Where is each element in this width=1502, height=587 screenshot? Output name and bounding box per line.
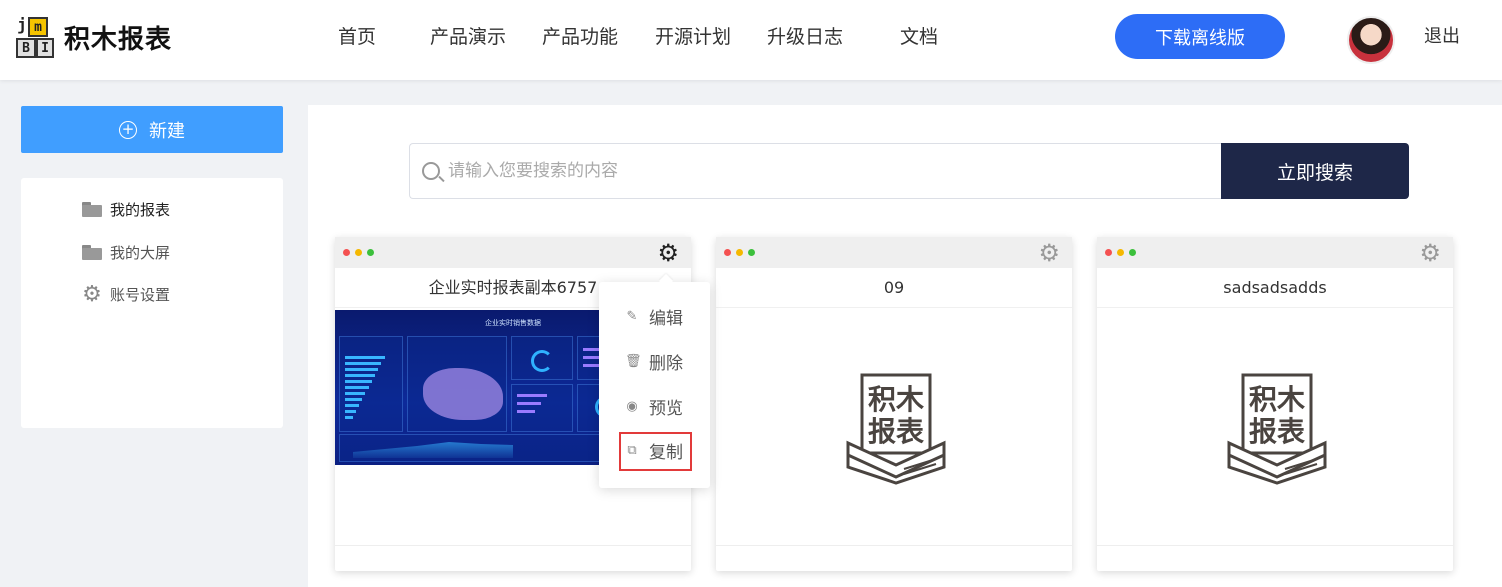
thumb-panel bbox=[511, 384, 573, 432]
top-header: j m B I 积木报表 首页 产品演示 产品功能 开源计划 升级日志 文档 下… bbox=[0, 0, 1502, 80]
card-titlebar: ⚙ bbox=[716, 237, 1072, 268]
logo-letter: B bbox=[16, 38, 36, 58]
report-card[interactable]: ⚙ 09 积木 报表 bbox=[716, 237, 1072, 571]
card-titlebar: ⚙ bbox=[1097, 237, 1453, 268]
new-button[interactable]: + 新建 bbox=[21, 106, 283, 153]
thumb-ring bbox=[531, 350, 553, 372]
window-dot-green bbox=[748, 249, 755, 256]
nav-product-features[interactable]: 产品功能 bbox=[542, 22, 618, 52]
window-dot-yellow bbox=[736, 249, 743, 256]
sidebar-item-my-reports[interactable]: 我的报表 bbox=[82, 199, 170, 220]
copy-highlight-box bbox=[619, 432, 692, 471]
window-dot-red bbox=[1105, 249, 1112, 256]
nav-docs[interactable]: 文档 bbox=[900, 22, 938, 52]
trash-icon: 🗑 bbox=[625, 353, 642, 369]
new-button-label: 新建 bbox=[149, 120, 185, 142]
thumb-bar bbox=[345, 374, 375, 377]
thumb-bar bbox=[345, 386, 369, 389]
sidebar-item-label: 我的大屏 bbox=[110, 244, 171, 262]
search-box bbox=[409, 143, 1222, 199]
report-card[interactable]: ⚙ sadsadsadds 积木 报表 bbox=[1097, 237, 1453, 571]
logo-letter: m bbox=[28, 17, 48, 37]
thumb-bar bbox=[345, 362, 381, 365]
logo-line1: 积木 bbox=[868, 383, 924, 416]
thumb-bar bbox=[345, 380, 372, 383]
download-offline-button[interactable]: 下载离线版 bbox=[1115, 14, 1285, 59]
search-button[interactable]: 立即搜索 bbox=[1221, 143, 1409, 199]
avatar[interactable] bbox=[1347, 16, 1395, 64]
sidebar-item-label: 账号设置 bbox=[110, 286, 171, 304]
logo-line2: 报表 bbox=[1249, 415, 1305, 448]
thumb-bar bbox=[517, 402, 541, 405]
nav-changelog[interactable]: 升级日志 bbox=[767, 22, 843, 52]
card-footer bbox=[716, 545, 1072, 571]
card-titlebar: ⚙ bbox=[335, 237, 691, 268]
logo-blocks-icon: j m B I bbox=[14, 14, 60, 60]
search-icon bbox=[422, 162, 440, 180]
jimu-report-logo-icon: 积木 报表 bbox=[846, 373, 946, 485]
app-logo[interactable]: j m B I 积木报表 bbox=[14, 14, 172, 60]
eye-icon: ◉ bbox=[626, 398, 638, 414]
folder-icon bbox=[82, 245, 102, 260]
gear-icon[interactable]: ⚙ bbox=[1038, 241, 1060, 265]
nav-open-source[interactable]: 开源计划 bbox=[655, 22, 731, 52]
thumb-bar bbox=[345, 404, 359, 407]
folder-icon bbox=[82, 202, 102, 217]
nav-home[interactable]: 首页 bbox=[338, 22, 376, 52]
gear-icon: ⚙ bbox=[82, 281, 102, 307]
menu-item-label: 删除 bbox=[649, 354, 683, 374]
window-dot-green bbox=[1129, 249, 1136, 256]
sidebar-item-my-screens[interactable]: 我的大屏 bbox=[82, 242, 170, 263]
thumb-bar bbox=[517, 410, 535, 413]
sidebar-item-account-settings[interactable]: ⚙ 账号设置 bbox=[82, 281, 171, 307]
gear-icon[interactable]: ⚙ bbox=[657, 241, 679, 265]
edit-icon: ✎ bbox=[626, 308, 638, 324]
thumb-bar bbox=[345, 392, 365, 395]
menu-item-edit[interactable]: ✎ 编辑 bbox=[625, 304, 683, 329]
logout-link[interactable]: 退出 bbox=[1424, 22, 1460, 52]
window-dot-yellow bbox=[355, 249, 362, 256]
thumb-bar bbox=[345, 398, 362, 401]
window-dot-red bbox=[724, 249, 731, 256]
menu-item-preview[interactable]: ◉ 预览 bbox=[625, 394, 683, 419]
logo-line1: 积木 bbox=[1249, 383, 1305, 416]
gear-icon[interactable]: ⚙ bbox=[1419, 241, 1441, 265]
jimu-report-logo-icon: 积木 报表 bbox=[1227, 373, 1327, 485]
thumb-bar bbox=[517, 394, 547, 397]
thumb-bar bbox=[345, 416, 353, 419]
logo-letter: I bbox=[36, 38, 54, 58]
window-dot-red bbox=[343, 249, 350, 256]
window-dot-yellow bbox=[1117, 249, 1124, 256]
logo-text: 积木报表 bbox=[64, 24, 173, 55]
card-footer bbox=[335, 545, 691, 571]
thumb-bar bbox=[345, 356, 385, 359]
menu-item-label: 预览 bbox=[649, 399, 683, 419]
thumb-bar bbox=[345, 410, 356, 413]
window-dot-green bbox=[367, 249, 374, 256]
card-footer bbox=[1097, 545, 1453, 571]
card-title: sadsadsadds bbox=[1097, 268, 1453, 308]
plus-circle-icon: + bbox=[119, 120, 137, 139]
menu-item-label: 编辑 bbox=[649, 309, 683, 329]
card-title: 09 bbox=[716, 268, 1072, 308]
thumb-bar bbox=[345, 368, 378, 371]
nav-product-demo[interactable]: 产品演示 bbox=[430, 22, 506, 52]
menu-item-delete[interactable]: 🗑 删除 bbox=[625, 349, 683, 374]
logo-line2: 报表 bbox=[868, 415, 924, 448]
sidebar-item-label: 我的报表 bbox=[110, 201, 171, 219]
search-input[interactable] bbox=[448, 144, 1208, 198]
